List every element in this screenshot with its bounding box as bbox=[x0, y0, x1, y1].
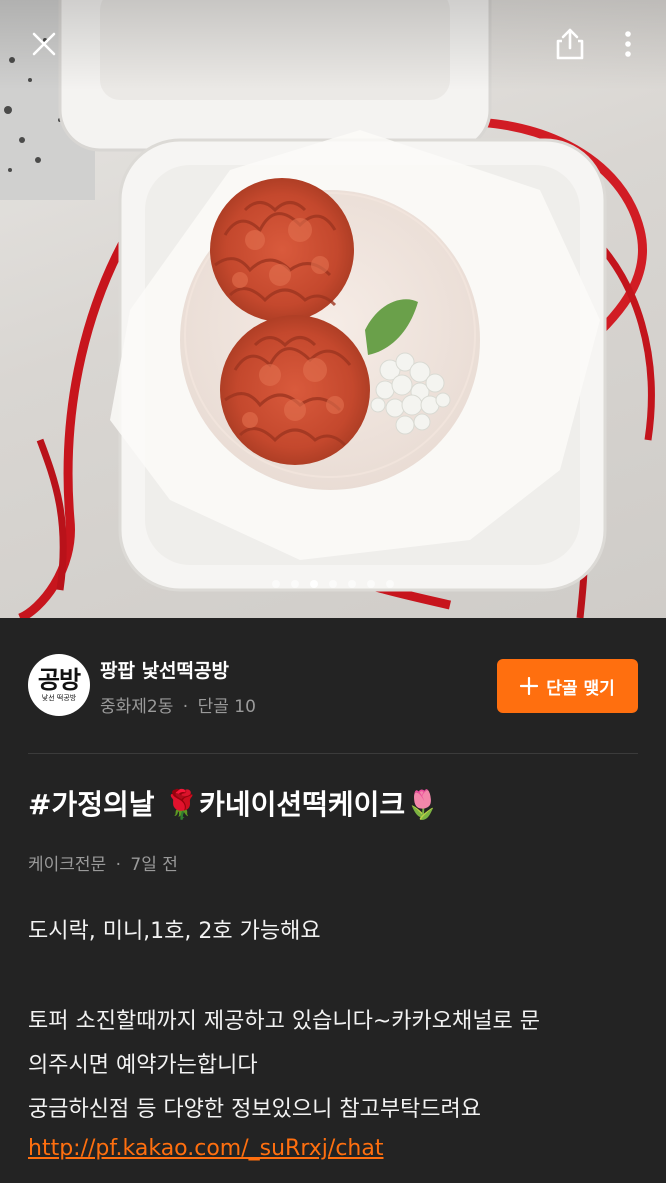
carousel-indicator bbox=[0, 580, 666, 588]
plus-icon bbox=[520, 677, 539, 695]
share-button[interactable] bbox=[548, 22, 592, 66]
more-button[interactable] bbox=[606, 22, 650, 66]
post-body-line: 도시락, 미니,1호, 2호 가능해요 bbox=[28, 919, 321, 944]
post-body-line: 궁금하신점 등 다양한 정보있으니 참고부탁드려요 bbox=[28, 1097, 482, 1122]
post-link[interactable]: http://pf.kakao.com/_suRrxj/chat bbox=[28, 1136, 383, 1161]
avatar-logo-text: 공방 bbox=[37, 665, 81, 694]
close-button[interactable] bbox=[22, 22, 66, 66]
meta-separator: · bbox=[182, 697, 189, 717]
avatar-logo-subtext: 낯선 떡공방 bbox=[41, 693, 77, 702]
carousel-dot[interactable] bbox=[348, 580, 356, 588]
carousel-dot[interactable] bbox=[310, 580, 318, 588]
seller-regulars-count: 단골 10 bbox=[197, 697, 256, 717]
more-vertical-icon bbox=[625, 31, 631, 57]
avatar[interactable]: 공방 낯선 떡공방 bbox=[28, 654, 90, 716]
meta-separator: · bbox=[115, 855, 122, 875]
product-photo[interactable] bbox=[0, 0, 666, 618]
follow-button[interactable]: 단골 맺기 bbox=[497, 659, 638, 713]
carousel-dot[interactable] bbox=[329, 580, 337, 588]
post-title: #가정의날 🌹카네이션떡케이크🌷 bbox=[28, 788, 441, 821]
seller-name[interactable]: 팡팝 낯선떡공방 bbox=[100, 656, 229, 683]
post-time: 7일 전 bbox=[130, 855, 178, 875]
close-icon bbox=[32, 32, 56, 56]
post-meta: 케이크전문 · 7일 전 bbox=[28, 850, 178, 875]
post-body-line: 토퍼 소진할때까지 제공하고 있습니다~카카오채널로 문 bbox=[28, 1009, 540, 1034]
cake-photo bbox=[0, 0, 666, 618]
follow-label: 단골 맺기 bbox=[546, 678, 615, 699]
carousel-dot[interactable] bbox=[386, 580, 394, 588]
post-link-row: http://pf.kakao.com/_suRrxj/chat bbox=[28, 1136, 638, 1161]
carousel-dot[interactable] bbox=[272, 580, 280, 588]
carousel-dot[interactable] bbox=[291, 580, 299, 588]
share-icon bbox=[556, 28, 584, 60]
carousel-dot[interactable] bbox=[367, 580, 375, 588]
post-body-line: 의주시면 예약가는합니다 bbox=[28, 1053, 258, 1078]
seller-location: 중화제2동 bbox=[100, 697, 174, 717]
divider bbox=[28, 753, 638, 754]
post-category[interactable]: 케이크전문 bbox=[28, 855, 106, 875]
seller-meta: 중화제2동 · 단골 10 bbox=[100, 692, 256, 717]
